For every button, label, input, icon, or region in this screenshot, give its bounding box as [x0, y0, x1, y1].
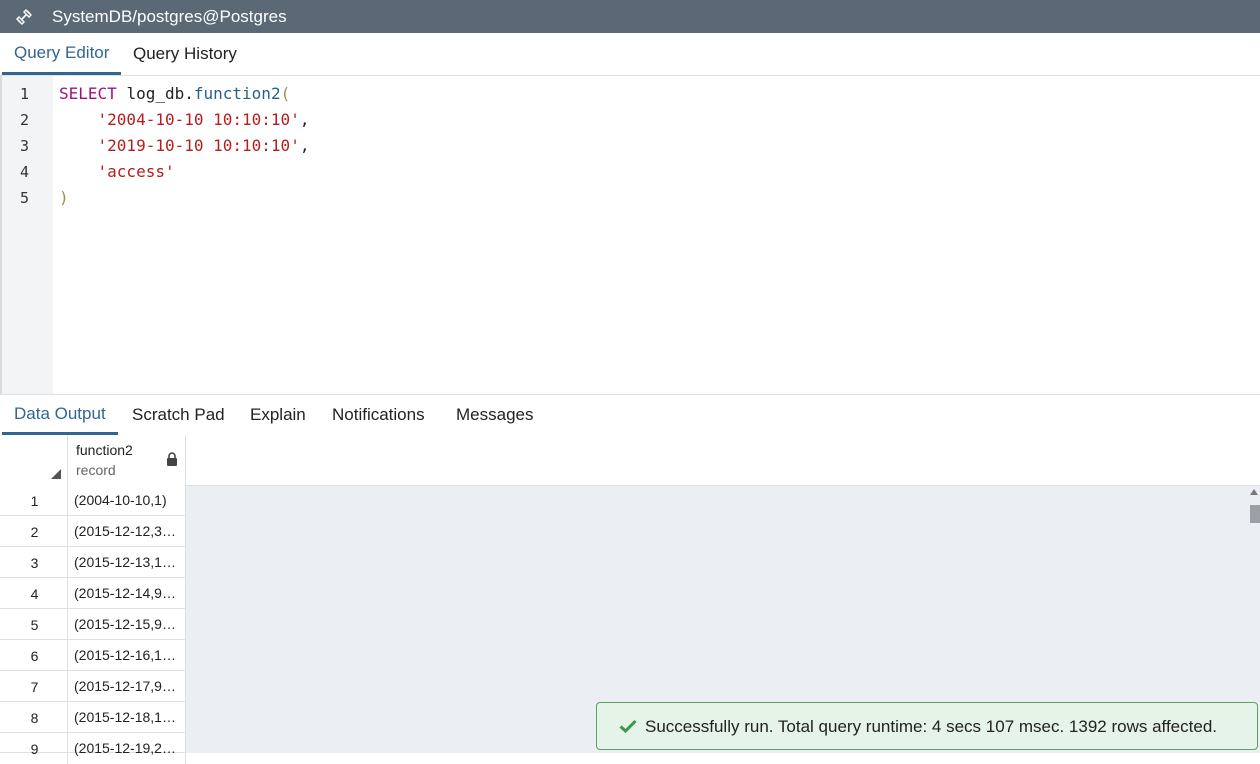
table-row[interactable]: 6 (2015-12-16,1… — [0, 640, 186, 671]
tab-query-history[interactable]: Query History — [121, 33, 249, 75]
row-number[interactable]: 6 — [2, 640, 68, 671]
table-row[interactable]: 2 (2015-12-12,3… — [0, 516, 186, 547]
string-literal: '2004-10-10 10:10:10' — [97, 110, 300, 129]
tab-notifications[interactable]: Notifications — [320, 395, 437, 435]
table-row[interactable]: 5 (2015-12-15,9… — [0, 609, 186, 640]
table-cell[interactable]: (2015-12-15,9… — [68, 609, 186, 640]
schema-name: log_db. — [126, 84, 194, 103]
row-number[interactable]: 8 — [2, 702, 68, 733]
row-number[interactable]: 2 — [2, 516, 68, 547]
line-number: 5 — [20, 189, 30, 207]
table-row[interactable]: 3 (2015-12-13,1… — [0, 547, 186, 578]
table-cell[interactable]: (2015-12-13,1… — [68, 547, 186, 578]
code-line-4[interactable]: 'access' — [59, 162, 175, 181]
code-line-5[interactable]: ) — [59, 188, 69, 207]
open-paren: ( — [280, 84, 291, 103]
string-literal: '2019-10-10 10:10:10' — [97, 136, 300, 155]
success-notification[interactable]: Successfully run. Total query runtime: 4… — [596, 702, 1258, 750]
table-row[interactable]: 1 (2004-10-10,1) — [0, 485, 186, 516]
lock-icon — [167, 452, 177, 466]
line-number-gutter: 1 2 3 4 5 — [0, 76, 53, 394]
tab-scratch-pad[interactable]: Scratch Pad — [120, 395, 237, 435]
row-number[interactable]: 9 — [2, 733, 68, 764]
tab-explain[interactable]: Explain — [238, 395, 318, 435]
title-bar: SystemDB/postgres@Postgres — [0, 0, 1260, 33]
row-number[interactable]: 3 — [2, 547, 68, 578]
editor-tabs: Query Editor Query History — [0, 33, 1260, 76]
tab-messages[interactable]: Messages — [444, 395, 545, 435]
connection-title: SystemDB/postgres@Postgres — [52, 7, 287, 26]
column-header-function2[interactable]: function2 record — [68, 435, 186, 485]
table-cell[interactable]: (2015-12-14,9… — [68, 578, 186, 609]
tab-query-editor[interactable]: Query Editor — [2, 33, 122, 75]
select-all-icon — [51, 469, 61, 479]
sql-editor[interactable]: 1 2 3 4 5 SELECT log_db.function2( '2004… — [0, 76, 1260, 394]
table-cell[interactable]: (2015-12-12,3… — [68, 516, 186, 547]
table-row[interactable]: 7 (2015-12-17,9… — [0, 671, 186, 702]
table-cell[interactable]: (2015-12-18,1… — [68, 702, 186, 733]
success-message: Successfully run. Total query runtime: 4… — [645, 717, 1217, 736]
select-all-corner[interactable] — [2, 435, 68, 485]
table-cell[interactable]: (2004-10-10,1) — [68, 485, 186, 516]
comma: , — [299, 136, 310, 155]
tab-data-output[interactable]: Data Output — [2, 395, 118, 435]
sql-keyword: SELECT — [59, 84, 117, 103]
table-row[interactable]: 4 (2015-12-14,9… — [0, 578, 186, 609]
table-cell[interactable]: (2015-12-19,2… — [68, 733, 186, 764]
table-row[interactable]: 9 (2015-12-19,2… — [0, 733, 186, 764]
row-number[interactable]: 4 — [2, 578, 68, 609]
scroll-up-arrow-icon[interactable] — [1250, 489, 1258, 495]
table-row[interactable]: 8 (2015-12-18,1… — [0, 702, 186, 733]
connection-status-icon[interactable] — [14, 7, 34, 27]
line-number: 2 — [20, 111, 30, 129]
row-number[interactable]: 1 — [2, 485, 68, 516]
line-number: 4 — [20, 163, 30, 181]
row-number[interactable]: 5 — [2, 609, 68, 640]
line-number: 3 — [20, 137, 30, 155]
table-cell[interactable]: (2015-12-17,9… — [68, 671, 186, 702]
code-line-3[interactable]: '2019-10-10 10:10:10', — [59, 136, 310, 155]
column-name: function2 — [76, 442, 133, 458]
line-number: 1 — [20, 85, 30, 103]
grid-header: function2 record — [0, 435, 1260, 486]
table-cell[interactable]: (2015-12-16,1… — [68, 640, 186, 671]
comma: , — [299, 110, 310, 129]
output-tabs: Data Output Scratch Pad Explain Notifica… — [0, 394, 1260, 436]
string-literal: 'access' — [97, 162, 175, 181]
column-type: record — [76, 462, 116, 478]
check-icon — [619, 719, 637, 733]
function-name: function2 — [193, 84, 281, 103]
scroll-thumb[interactable] — [1250, 505, 1260, 523]
code-line-1[interactable]: SELECT log_db.function2( — [59, 84, 290, 103]
row-number[interactable]: 7 — [2, 671, 68, 702]
code-line-2[interactable]: '2004-10-10 10:10:10', — [59, 110, 310, 129]
close-paren: ) — [59, 188, 69, 207]
